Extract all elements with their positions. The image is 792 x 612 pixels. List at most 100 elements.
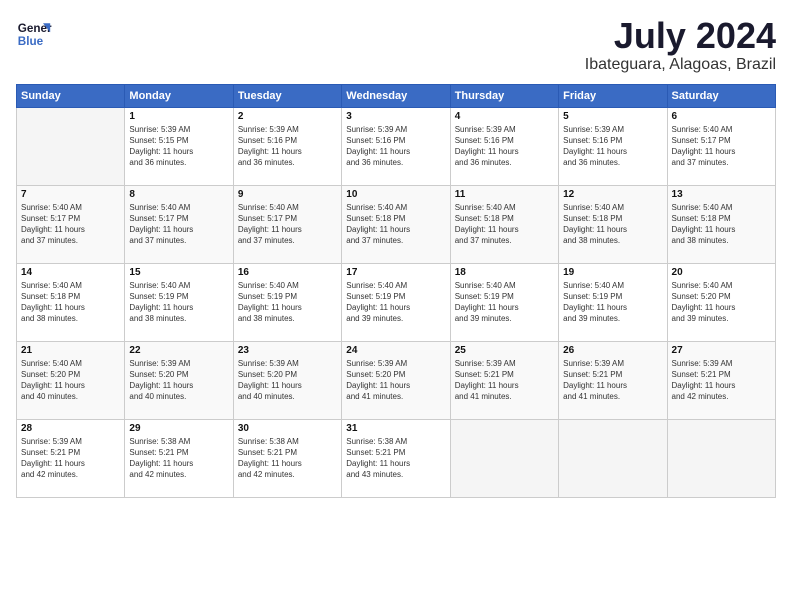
week-row-4: 21 Sunrise: 5:40 AM Sunset: 5:20 PM Dayli… xyxy=(17,341,776,419)
col-friday: Friday xyxy=(559,84,667,107)
day-number: 18 xyxy=(455,267,554,278)
col-tuesday: Tuesday xyxy=(233,84,341,107)
svg-text:Blue: Blue xyxy=(18,35,44,48)
day-number: 6 xyxy=(672,111,771,122)
logo-icon: General Blue xyxy=(16,16,52,52)
title-block: July 2024 Ibateguara, Alagoas, Brazil xyxy=(585,16,776,74)
day-info: Sunrise: 5:40 AM Sunset: 5:17 PM Dayligh… xyxy=(129,202,228,247)
day-number: 14 xyxy=(21,267,120,278)
day-info: Sunrise: 5:39 AM Sunset: 5:16 PM Dayligh… xyxy=(455,124,554,169)
day-info: Sunrise: 5:40 AM Sunset: 5:20 PM Dayligh… xyxy=(672,280,771,325)
calendar-cell: 1 Sunrise: 5:39 AM Sunset: 5:15 PM Daylig… xyxy=(125,107,233,185)
day-number: 10 xyxy=(346,189,445,200)
calendar-cell: 3 Sunrise: 5:39 AM Sunset: 5:16 PM Daylig… xyxy=(342,107,450,185)
calendar-cell xyxy=(450,419,558,497)
day-info: Sunrise: 5:40 AM Sunset: 5:17 PM Dayligh… xyxy=(238,202,337,247)
day-info: Sunrise: 5:40 AM Sunset: 5:19 PM Dayligh… xyxy=(563,280,662,325)
header: General Blue July 2024 Ibateguara, Alago… xyxy=(16,16,776,74)
calendar-cell: 30Sunrise: 5:38 AM Sunset: 5:21 PM Dayli… xyxy=(233,419,341,497)
calendar-cell: 24Sunrise: 5:39 AM Sunset: 5:20 PM Dayli… xyxy=(342,341,450,419)
day-info: Sunrise: 5:40 AM Sunset: 5:19 PM Dayligh… xyxy=(129,280,228,325)
day-info: Sunrise: 5:40 AM Sunset: 5:20 PM Dayligh… xyxy=(21,358,120,403)
day-info: Sunrise: 5:39 AM Sunset: 5:16 PM Dayligh… xyxy=(563,124,662,169)
calendar-cell xyxy=(559,419,667,497)
day-number: 9 xyxy=(238,189,337,200)
day-number: 23 xyxy=(238,345,337,356)
day-number: 15 xyxy=(129,267,228,278)
calendar-cell: 23 Sunrise: 5:39 AM Sunset: 5:20 PM Dayli… xyxy=(233,341,341,419)
week-row-5: 28 Sunrise: 5:39 AM Sunset: 5:21 PM Dayli… xyxy=(17,419,776,497)
day-number: 29 xyxy=(129,423,228,434)
calendar-cell: 28 Sunrise: 5:39 AM Sunset: 5:21 PM Dayli… xyxy=(17,419,125,497)
day-number: 11 xyxy=(455,189,554,200)
calendar-cell xyxy=(17,107,125,185)
day-info: Sunrise: 5:40 AM Sunset: 5:17 PM Dayligh… xyxy=(21,202,120,247)
calendar-cell: 8 Sunrise: 5:40 AM Sunset: 5:17 PM Daylig… xyxy=(125,185,233,263)
day-info: Sunrise: 5:40 AM Sunset: 5:18 PM Dayligh… xyxy=(21,280,120,325)
calendar-cell: 20 Sunrise: 5:40 AM Sunset: 5:20 PM Dayli… xyxy=(667,263,775,341)
location-title: Ibateguara, Alagoas, Brazil xyxy=(585,56,776,74)
day-info: Sunrise: 5:40 AM Sunset: 5:17 PM Dayligh… xyxy=(672,124,771,169)
day-number: 5 xyxy=(563,111,662,122)
day-info: Sunrise: 5:39 AM Sunset: 5:20 PM Dayligh… xyxy=(238,358,337,403)
calendar-cell: 2 Sunrise: 5:39 AM Sunset: 5:16 PM Daylig… xyxy=(233,107,341,185)
week-row-3: 14 Sunrise: 5:40 AM Sunset: 5:18 PM Dayli… xyxy=(17,263,776,341)
calendar-cell: 16 Sunrise: 5:40 AM Sunset: 5:19 PM Dayli… xyxy=(233,263,341,341)
calendar-cell: 14 Sunrise: 5:40 AM Sunset: 5:18 PM Dayli… xyxy=(17,263,125,341)
day-info: Sunrise: 5:39 AM Sunset: 5:21 PM Dayligh… xyxy=(21,436,120,481)
day-info: Sunrise: 5:38 AM Sunset: 5:21 PM Dayligh… xyxy=(129,436,228,481)
day-number: 2 xyxy=(238,111,337,122)
day-number: 16 xyxy=(238,267,337,278)
day-info: Sunrise: 5:39 AM Sunset: 5:16 PM Dayligh… xyxy=(346,124,445,169)
calendar-cell: 31Sunrise: 5:38 AM Sunset: 5:21 PM Dayli… xyxy=(342,419,450,497)
day-number: 3 xyxy=(346,111,445,122)
day-info: Sunrise: 5:40 AM Sunset: 5:18 PM Dayligh… xyxy=(563,202,662,247)
col-sunday: Sunday xyxy=(17,84,125,107)
month-title: July 2024 xyxy=(585,16,776,56)
calendar-cell: 19Sunrise: 5:40 AM Sunset: 5:19 PM Dayli… xyxy=(559,263,667,341)
calendar-cell: 4 Sunrise: 5:39 AM Sunset: 5:16 PM Daylig… xyxy=(450,107,558,185)
calendar-cell xyxy=(667,419,775,497)
col-thursday: Thursday xyxy=(450,84,558,107)
day-info: Sunrise: 5:40 AM Sunset: 5:19 PM Dayligh… xyxy=(238,280,337,325)
day-number: 30 xyxy=(238,423,337,434)
day-info: Sunrise: 5:40 AM Sunset: 5:19 PM Dayligh… xyxy=(346,280,445,325)
header-row: Sunday Monday Tuesday Wednesday Thursday… xyxy=(17,84,776,107)
calendar-cell: 13 Sunrise: 5:40 AM Sunset: 5:18 PM Dayli… xyxy=(667,185,775,263)
calendar-table: Sunday Monday Tuesday Wednesday Thursday… xyxy=(16,84,776,498)
day-number: 4 xyxy=(455,111,554,122)
col-monday: Monday xyxy=(125,84,233,107)
page-container: General Blue July 2024 Ibateguara, Alago… xyxy=(0,0,792,508)
day-number: 8 xyxy=(129,189,228,200)
calendar-cell: 29 Sunrise: 5:38 AM Sunset: 5:21 PM Dayli… xyxy=(125,419,233,497)
day-number: 13 xyxy=(672,189,771,200)
calendar-cell: 5 Sunrise: 5:39 AM Sunset: 5:16 PM Daylig… xyxy=(559,107,667,185)
day-info: Sunrise: 5:39 AM Sunset: 5:20 PM Dayligh… xyxy=(129,358,228,403)
day-number: 21 xyxy=(21,345,120,356)
day-info: Sunrise: 5:39 AM Sunset: 5:21 PM Dayligh… xyxy=(672,358,771,403)
calendar-cell: 6 Sunrise: 5:40 AM Sunset: 5:17 PM Daylig… xyxy=(667,107,775,185)
day-info: Sunrise: 5:40 AM Sunset: 5:18 PM Dayligh… xyxy=(672,202,771,247)
calendar-cell: 12Sunrise: 5:40 AM Sunset: 5:18 PM Dayli… xyxy=(559,185,667,263)
calendar-cell: 7Sunrise: 5:40 AM Sunset: 5:17 PM Daylig… xyxy=(17,185,125,263)
day-number: 26 xyxy=(563,345,662,356)
calendar-cell: 26Sunrise: 5:39 AM Sunset: 5:21 PM Dayli… xyxy=(559,341,667,419)
col-wednesday: Wednesday xyxy=(342,84,450,107)
day-info: Sunrise: 5:39 AM Sunset: 5:15 PM Dayligh… xyxy=(129,124,228,169)
day-info: Sunrise: 5:39 AM Sunset: 5:16 PM Dayligh… xyxy=(238,124,337,169)
day-number: 1 xyxy=(129,111,228,122)
calendar-cell: 17Sunrise: 5:40 AM Sunset: 5:19 PM Dayli… xyxy=(342,263,450,341)
calendar-cell: 27Sunrise: 5:39 AM Sunset: 5:21 PM Dayli… xyxy=(667,341,775,419)
day-number: 20 xyxy=(672,267,771,278)
week-row-2: 7Sunrise: 5:40 AM Sunset: 5:17 PM Daylig… xyxy=(17,185,776,263)
calendar-cell: 21 Sunrise: 5:40 AM Sunset: 5:20 PM Dayli… xyxy=(17,341,125,419)
day-number: 31 xyxy=(346,423,445,434)
day-info: Sunrise: 5:40 AM Sunset: 5:18 PM Dayligh… xyxy=(346,202,445,247)
calendar-cell: 15 Sunrise: 5:40 AM Sunset: 5:19 PM Dayli… xyxy=(125,263,233,341)
day-number: 28 xyxy=(21,423,120,434)
calendar-cell: 11Sunrise: 5:40 AM Sunset: 5:18 PM Dayli… xyxy=(450,185,558,263)
day-number: 25 xyxy=(455,345,554,356)
day-info: Sunrise: 5:39 AM Sunset: 5:20 PM Dayligh… xyxy=(346,358,445,403)
calendar-cell: 9 Sunrise: 5:40 AM Sunset: 5:17 PM Daylig… xyxy=(233,185,341,263)
day-info: Sunrise: 5:40 AM Sunset: 5:19 PM Dayligh… xyxy=(455,280,554,325)
